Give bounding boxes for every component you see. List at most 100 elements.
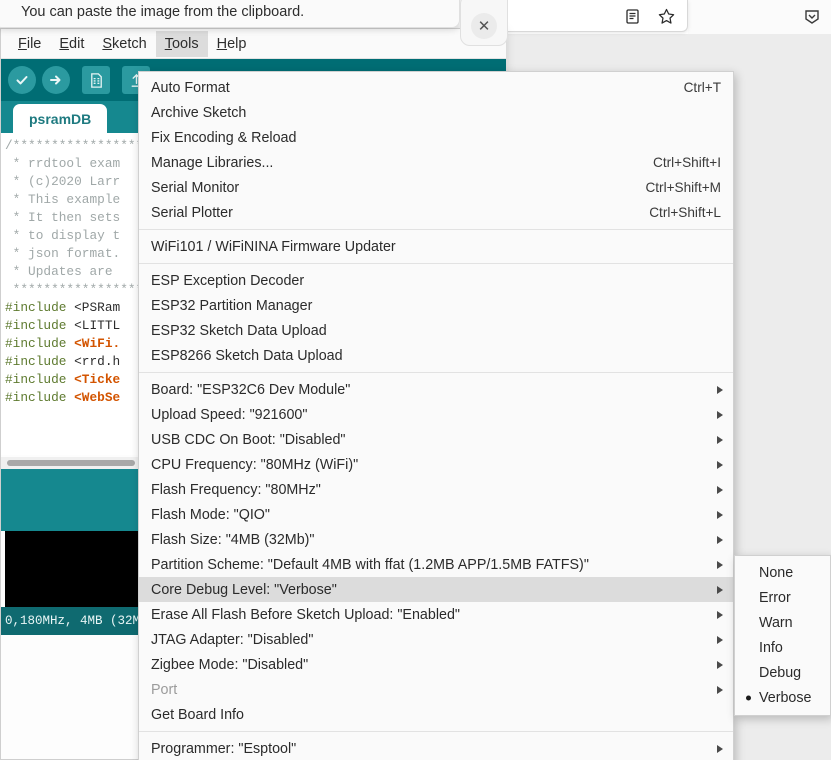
tools-dropdown-menu[interactable]: Auto Format Ctrl+T Archive Sketch Fix Encod…	[138, 71, 734, 760]
menu-item-usb-cdc-on-boot-disabled[interactable]: USB CDC On Boot: "Disabled"	[139, 427, 733, 452]
menu-item-shortcut: Ctrl+Shift+L	[649, 205, 721, 220]
menu-item-programmer-esptool[interactable]: Programmer: "Esptool"	[139, 736, 733, 760]
chevron-right-icon	[717, 410, 723, 419]
menu-item-partition-scheme-default-4mb-with-ffat-1-2mb-app-1-5mb-fatfs[interactable]: Partition Scheme: "Default 4MB with ffat…	[139, 552, 733, 577]
menu-item-upload-speed-921600[interactable]: Upload Speed: "921600"	[139, 402, 733, 427]
menu-item-erase-all-flash-before-sketch-upload-enabled[interactable]: Erase All Flash Before Sketch Upload: "E…	[139, 602, 733, 627]
chevron-right-icon	[717, 535, 723, 544]
menu-item-shortcut: Ctrl+Shift+M	[645, 180, 721, 195]
menu-item-label: WiFi101 / WiFiNINA Firmware Updater	[151, 238, 396, 255]
downloads-icon[interactable]	[801, 6, 823, 28]
menu-separator	[139, 229, 733, 230]
submenu-item-label: Verbose	[759, 689, 812, 706]
menu-item-flash-mode-qio[interactable]: Flash Mode: "QIO"	[139, 502, 733, 527]
menubar-item-help[interactable]: Help	[208, 31, 256, 57]
selected-bullet-icon	[746, 695, 751, 700]
menu-item-label: Manage Libraries...	[151, 154, 274, 171]
menu-separator	[139, 372, 733, 373]
submenu-item-warn[interactable]: Warn	[735, 610, 830, 635]
menu-item-label: Serial Monitor	[151, 179, 240, 196]
menu-item-fix-encoding-reload[interactable]: Fix Encoding & Reload	[139, 125, 733, 150]
chevron-right-icon	[717, 610, 723, 619]
chevron-right-icon	[717, 510, 723, 519]
submenu-item-info[interactable]: Info	[735, 635, 830, 660]
sketch-tab-psramdb[interactable]: psramDB	[13, 104, 108, 134]
ide-menubar: File Edit Sketch Tools Help	[1, 29, 506, 59]
menu-item-label: Fix Encoding & Reload	[151, 129, 297, 146]
menu-item-shortcut: Ctrl+T	[683, 80, 721, 95]
menu-item-archive-sketch[interactable]: Archive Sketch	[139, 100, 733, 125]
menu-item-label: Programmer: "Esptool"	[151, 740, 297, 757]
menu-item-flash-frequency-80mhz[interactable]: Flash Frequency: "80MHz"	[139, 477, 733, 502]
chevron-right-icon	[717, 744, 723, 753]
menu-item-wifi101-wifinina-firmware-updater[interactable]: WiFi101 / WiFiNINA Firmware Updater	[139, 234, 733, 259]
menu-item-label: CPU Frequency: "80MHz (WiFi)"	[151, 456, 359, 473]
toast-message: You can paste the image from the clipboa…	[21, 4, 305, 20]
menu-item-label: USB CDC On Boot: "Disabled"	[151, 431, 346, 448]
menu-item-flash-size-4mb-32mb[interactable]: Flash Size: "4MB (32Mb)"	[139, 527, 733, 552]
menu-item-board-esp32c6-dev-module[interactable]: Board: "ESP32C6 Dev Module"	[139, 377, 733, 402]
new-sketch-button[interactable]	[82, 66, 110, 94]
menubar-item-edit[interactable]: Edit	[50, 31, 93, 57]
menu-item-label: Erase All Flash Before Sketch Upload: "E…	[151, 606, 460, 623]
chevron-right-icon	[717, 460, 723, 469]
menu-item-esp32-sketch-data-upload[interactable]: ESP32 Sketch Data Upload	[139, 318, 733, 343]
chevron-right-icon	[717, 660, 723, 669]
menu-item-label: Flash Size: "4MB (32Mb)"	[151, 531, 315, 548]
menubar-item-sketch[interactable]: Sketch	[93, 31, 155, 57]
menu-item-auto-format[interactable]: Auto Format Ctrl+T	[139, 75, 733, 100]
core-debug-level-submenu[interactable]: None Error Warn Info Debug Verbose	[734, 555, 831, 716]
menu-item-label: Zigbee Mode: "Disabled"	[151, 656, 309, 673]
chevron-right-icon	[717, 585, 723, 594]
menu-item-jtag-adapter-disabled[interactable]: JTAG Adapter: "Disabled"	[139, 627, 733, 652]
chevron-right-icon	[717, 385, 723, 394]
submenu-item-none[interactable]: None	[735, 560, 830, 585]
chevron-right-icon	[717, 560, 723, 569]
menu-item-label: ESP32 Sketch Data Upload	[151, 322, 327, 339]
menu-item-label: ESP Exception Decoder	[151, 272, 305, 289]
submenu-item-label: Error	[759, 589, 791, 606]
toast-close-button[interactable]: ✕	[460, 0, 508, 46]
reader-view-icon[interactable]	[621, 5, 643, 27]
submenu-item-debug[interactable]: Debug	[735, 660, 830, 685]
menu-item-label: Get Board Info	[151, 706, 244, 723]
upload-button[interactable]	[42, 66, 70, 94]
menu-item-core-debug-level-verbose[interactable]: Core Debug Level: "Verbose"	[139, 577, 733, 602]
menu-item-serial-plotter[interactable]: Serial Plotter Ctrl+Shift+L	[139, 200, 733, 225]
chevron-right-icon	[717, 635, 723, 644]
menu-item-label: Partition Scheme: "Default 4MB with ffat…	[151, 556, 589, 573]
menu-item-get-board-info[interactable]: Get Board Info	[139, 702, 733, 727]
screen-root: d the commu ­ contribute ba d, Bluetooth…	[0, 0, 831, 760]
menu-item-shortcut: Ctrl+Shift+I	[653, 155, 721, 170]
clipboard-toast-notification: You can paste the image from the clipboa…	[0, 0, 460, 28]
menu-item-esp-exception-decoder[interactable]: ESP Exception Decoder	[139, 268, 733, 293]
menu-item-zigbee-mode-disabled[interactable]: Zigbee Mode: "Disabled"	[139, 652, 733, 677]
menubar-item-file[interactable]: File	[9, 31, 50, 57]
menu-item-label: Port	[151, 681, 178, 698]
menu-item-label: Auto Format	[151, 79, 230, 96]
chevron-right-icon	[717, 485, 723, 494]
urlbar-icon-group	[621, 5, 677, 27]
menu-item-port: Port	[139, 677, 733, 702]
menu-item-label: ESP8266 Sketch Data Upload	[151, 347, 343, 364]
verify-button[interactable]	[8, 66, 36, 94]
close-icon[interactable]: ✕	[471, 13, 497, 39]
menubar-item-tools[interactable]: Tools	[155, 30, 208, 57]
menu-item-label: Flash Mode: "QIO"	[151, 506, 271, 523]
submenu-item-label: Info	[759, 639, 783, 656]
submenu-item-label: Warn	[759, 614, 793, 631]
menu-item-esp8266-sketch-data-upload[interactable]: ESP8266 Sketch Data Upload	[139, 343, 733, 368]
menu-item-manage-libraries[interactable]: Manage Libraries... Ctrl+Shift+I	[139, 150, 733, 175]
chevron-right-icon	[717, 435, 723, 444]
sketch-tab-label: psramDB	[29, 111, 92, 127]
chevron-right-icon	[717, 685, 723, 694]
submenu-item-label: None	[759, 564, 794, 581]
menu-item-cpu-frequency-80mhz-wifi[interactable]: CPU Frequency: "80MHz (WiFi)"	[139, 452, 733, 477]
submenu-item-error[interactable]: Error	[735, 585, 830, 610]
bookmark-star-icon[interactable]	[655, 5, 677, 27]
menu-item-esp32-partition-manager[interactable]: ESP32 Partition Manager	[139, 293, 733, 318]
menu-item-label: Flash Frequency: "80MHz"	[151, 481, 321, 498]
submenu-item-verbose[interactable]: Verbose	[735, 685, 830, 710]
menu-item-serial-monitor[interactable]: Serial Monitor Ctrl+Shift+M	[139, 175, 733, 200]
menu-item-label: Core Debug Level: "Verbose"	[151, 581, 337, 598]
